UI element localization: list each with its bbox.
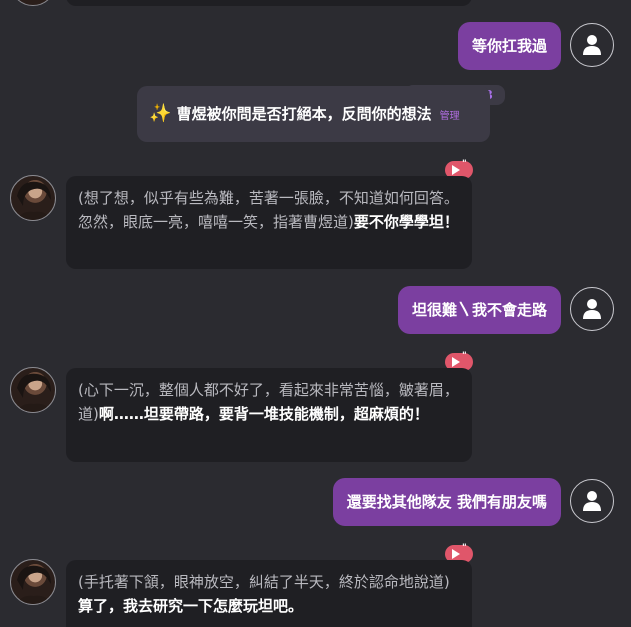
character-message-bubble: (手托著下頷，眼神放空，糾結了半天，終於認命地說道) 算了，我去研究一下怎麼玩坦吧… bbox=[66, 560, 472, 627]
user-avatar[interactable] bbox=[570, 287, 614, 331]
sparkles-icon: ✨ bbox=[149, 103, 172, 124]
character-portrait bbox=[16, 565, 52, 604]
speech-text: 算了，我去研究一下怎麼玩坦吧。 bbox=[78, 597, 304, 615]
user-message-bubble: 坦很難〵我不會走路 bbox=[397, 286, 561, 334]
user-icon bbox=[583, 299, 601, 319]
system-message: ✨ 曹煜被你問是否打絕本，反問你的想法 管理 bbox=[137, 86, 490, 142]
system-message-text: 曹煜被你問是否打絕本，反問你的想法 bbox=[176, 105, 432, 123]
user-message-bubble: 還要找其他隊友 我們有朋友嗎 bbox=[332, 478, 561, 526]
character-portrait bbox=[16, 181, 52, 220]
character-avatar[interactable] bbox=[10, 175, 56, 221]
character-avatar[interactable] bbox=[10, 367, 56, 413]
message-text: 等你扛我過 bbox=[471, 37, 547, 55]
message-text: 還要找其他隊友 我們有朋友嗎 bbox=[346, 493, 547, 511]
character-message-bubble: (心下一沉，整個人都不好了，看起來非常苦惱，皺著眉，道)啊……坦要帶路，要背一堆… bbox=[66, 368, 472, 462]
character-avatar[interactable] bbox=[10, 559, 56, 605]
character-message-bubble: (想了想，似乎有些為難，苦著一張臉，不知道如何回答。忽然，眼底一亮，嘻嘻一笑，指… bbox=[66, 176, 472, 269]
user-icon bbox=[583, 491, 601, 511]
user-avatar[interactable] bbox=[570, 479, 614, 523]
action-text: (手托著下頷，眼神放空，糾結了半天，終於認命地說道) bbox=[78, 573, 450, 591]
speech-text: 要不你學學坦！ bbox=[353, 213, 459, 231]
character-portrait bbox=[16, 373, 52, 412]
user-message-bubble: 等你扛我過 bbox=[457, 22, 561, 70]
user-avatar[interactable] bbox=[570, 23, 614, 67]
user-icon bbox=[583, 35, 601, 55]
manage-link[interactable]: 管理 bbox=[440, 111, 460, 122]
message-text: 坦很難〵我不會走路 bbox=[411, 301, 547, 319]
previous-message-bubble bbox=[66, 0, 472, 6]
character-avatar[interactable] bbox=[10, 0, 56, 6]
speech-text: 啊……坦要帶路，要背一堆技能機制，超麻煩的！ bbox=[98, 405, 429, 423]
